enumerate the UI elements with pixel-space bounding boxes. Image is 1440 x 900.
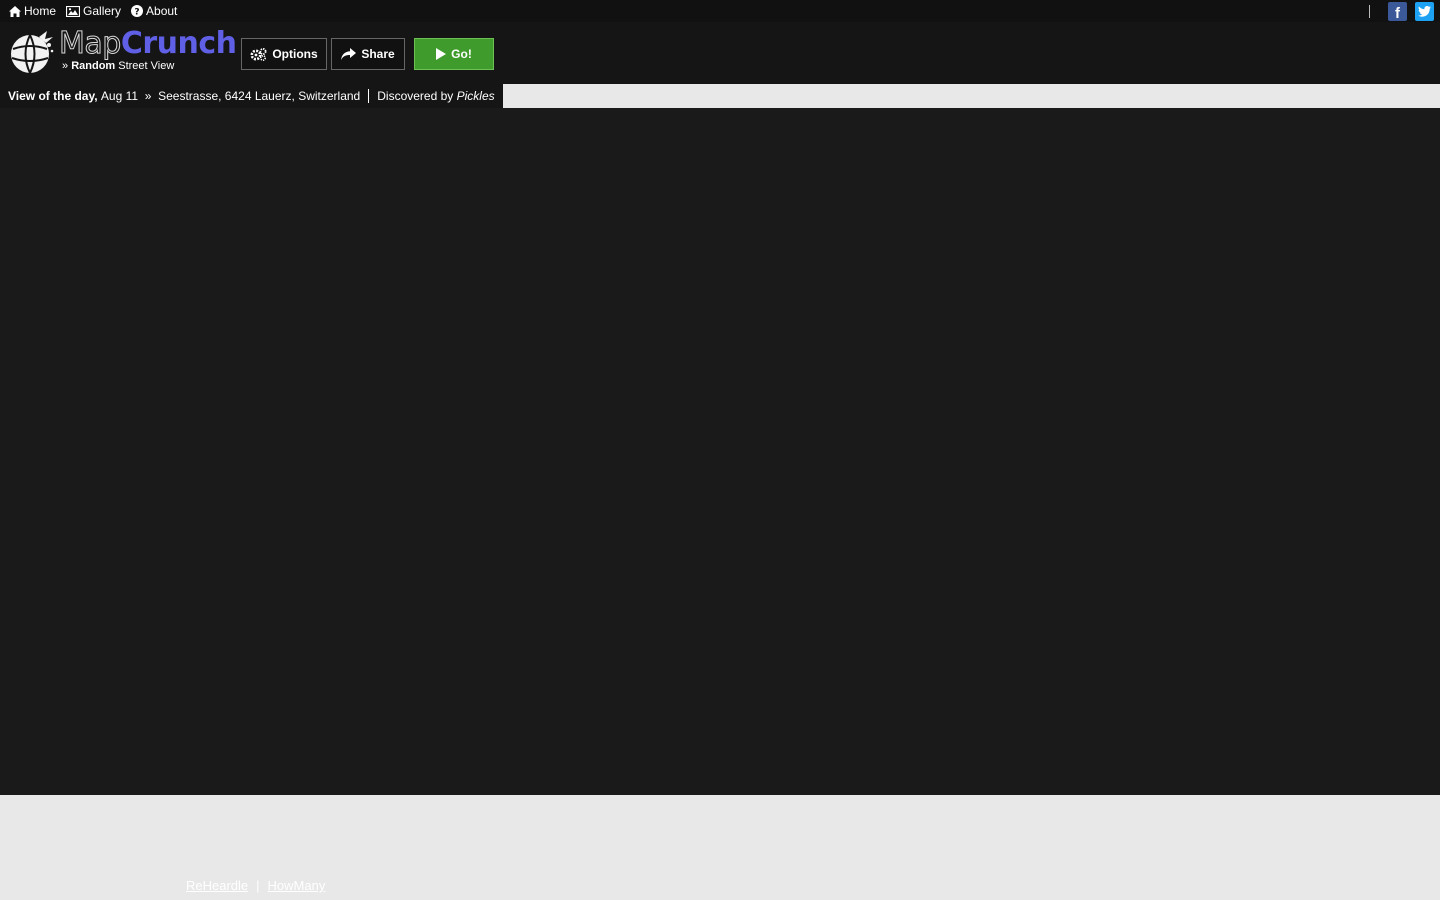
footer-separator: | [256,878,260,893]
share-button[interactable]: Share [331,38,405,70]
social-divider [1369,5,1370,18]
nav-gallery-label: Gallery [83,4,122,18]
discoverer-name: Pickles [456,89,495,103]
view-of-day-location[interactable]: Seestrasse, 6424 Lauerz, Switzerland [158,89,360,103]
brand-name-part2: Crunch [120,26,237,61]
svg-text:?: ? [134,8,139,18]
brand-name-part1: Map [59,26,122,61]
site-header: MapCrunch » Random Street View Options S… [0,22,1440,84]
footer-link-reheardle[interactable]: ReHeardle [186,878,248,893]
options-label: Options [272,47,318,61]
share-arrow-icon [341,48,357,60]
brand-tagline: » Random Street View [62,60,174,72]
picture-icon [66,5,81,17]
question-icon: ? [131,5,144,18]
facebook-glyph: f [1395,5,1400,22]
options-button[interactable]: Options [241,38,327,70]
nav-gallery-link[interactable]: Gallery [66,4,121,18]
view-of-the-day-bar: View of the day, Aug 11 » Seestrasse, 64… [0,84,503,108]
tagline-rest: Street View [118,60,175,72]
home-icon [9,5,21,17]
tagline-bold: Random [71,60,116,72]
tagline-prefix: » [62,60,69,72]
footer-link-howmany[interactable]: HowMany [268,878,326,893]
facebook-icon[interactable]: f [1388,2,1407,21]
street-view-panorama[interactable] [0,108,1440,795]
social-links: f t [1369,2,1434,21]
twitter-bird-icon [1418,6,1431,17]
go-button[interactable]: Go! [414,38,494,70]
footer-links: ReHeardle | HowMany [186,878,325,893]
view-of-day-label: View of the day, [8,89,98,103]
top-nav: Home Gallery ? About [9,4,177,18]
share-label: Share [361,47,395,61]
globe-logo-icon[interactable] [9,31,55,75]
discovered-by-prefix: Discovered by [377,89,454,103]
nav-about-link[interactable]: ? About [131,4,177,18]
view-of-day-arrow: » [144,89,152,103]
nav-home-link[interactable]: Home [9,4,56,18]
view-of-day-divider [368,89,370,103]
nav-about-label: About [146,4,178,18]
nav-home-label: Home [24,4,57,18]
brand-name[interactable]: MapCrunch [59,26,237,61]
gears-icon [250,47,267,61]
view-of-day-date: Aug 11 [100,89,139,103]
twitter-icon[interactable]: t [1415,2,1434,21]
top-nav-bar: Home Gallery ? About f t [0,0,1440,22]
play-icon [436,48,447,60]
go-label: Go! [451,47,472,61]
